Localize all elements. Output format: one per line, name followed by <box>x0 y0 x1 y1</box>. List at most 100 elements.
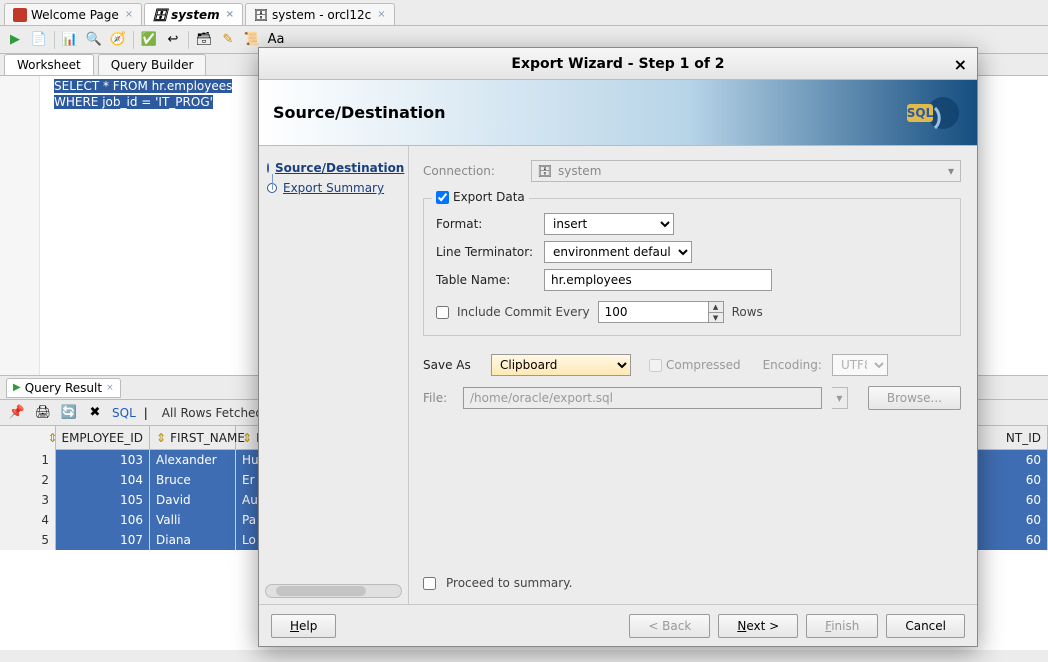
rows-label: Rows <box>732 305 763 319</box>
file-dropdown-icon: ▾ <box>832 387 848 409</box>
save-as-select[interactable]: Clipboard <box>491 354 631 376</box>
line-terminator-select[interactable]: environment default <box>544 241 692 263</box>
browse-button: Browse... <box>868 386 961 410</box>
commit-rows-spinner[interactable]: ▲▼ <box>598 301 724 323</box>
proceed-summary-checkbox[interactable] <box>423 577 436 590</box>
cell-employee-id: 104 <box>56 470 150 490</box>
include-commit-checkbox[interactable] <box>436 306 449 319</box>
file-path-input <box>463 387 822 409</box>
format-select[interactable]: insert <box>544 213 674 235</box>
separator <box>54 31 55 49</box>
query-builder-tab[interactable]: Query Builder <box>98 54 207 75</box>
wizard-form: Connection: system ▾ Export Data Format:… <box>409 146 977 604</box>
clear-icon[interactable]: ✎ <box>219 31 237 49</box>
cell-first-name: Alexander <box>150 450 236 470</box>
close-icon[interactable]: × <box>377 9 385 20</box>
banner-heading: Source/Destination <box>273 103 445 122</box>
print-icon[interactable]: 🖨 <box>34 404 52 422</box>
commit-icon[interactable]: ✅ <box>140 31 158 49</box>
cancel-icon[interactable]: ✖ <box>86 404 104 422</box>
table-name-input[interactable] <box>544 269 772 291</box>
export-wizard-dialog: Export Wizard - Step 1 of 2 × Source/Des… <box>258 47 978 647</box>
run-icon: ▶ <box>13 382 21 393</box>
worksheet-tab[interactable]: Worksheet <box>4 54 94 75</box>
spinner-up-icon[interactable]: ▲ <box>709 302 723 313</box>
back-button: < Back <box>629 614 710 638</box>
row-index: 3 <box>0 490 56 510</box>
wizard-step-export-summary[interactable]: Export Summary <box>265 178 402 198</box>
compressed-checkbox <box>649 359 662 372</box>
history-icon[interactable]: 📜 <box>243 31 261 49</box>
autotrace-icon[interactable]: 🔍 <box>85 31 103 49</box>
tab-welcome[interactable]: Welcome Page × <box>4 3 142 25</box>
cell-employee-id: 105 <box>56 490 150 510</box>
explain-plan-icon[interactable]: 📊 <box>61 31 79 49</box>
dialog-body: Source/Destination Export Summary Connec… <box>259 146 977 604</box>
row-index: 4 <box>0 510 56 530</box>
tab-system-orcl[interactable]: system - orcl12c × <box>245 3 395 25</box>
row-index: 5 <box>0 530 56 550</box>
dialog-titlebar: Export Wizard - Step 1 of 2 × <box>259 48 977 80</box>
run-icon[interactable]: ▶ <box>6 31 24 49</box>
result-tab-label: Query Result <box>25 381 102 395</box>
commit-rows-input[interactable] <box>598 301 708 323</box>
close-icon[interactable]: × <box>954 55 967 74</box>
cell-first-name: Bruce <box>150 470 236 490</box>
db-icon <box>538 164 552 178</box>
export-data-checkbox[interactable] <box>436 191 449 204</box>
export-data-group: Export Data Format: insert Line Terminat… <box>423 198 961 336</box>
cell-first-name: Diana <box>150 530 236 550</box>
encoding-select: UTF8 <box>832 354 888 376</box>
file-label: File: <box>423 391 453 405</box>
close-icon[interactable]: × <box>125 9 133 20</box>
step-label: Source/Destination <box>275 161 404 175</box>
sql-export-icon: SQL <box>901 88 961 138</box>
separator <box>133 31 134 49</box>
dialog-title: Export Wizard - Step 1 of 2 <box>511 56 724 72</box>
nav-scrollbar[interactable] <box>265 584 402 598</box>
finish-button: Finish <box>806 614 878 638</box>
query-result-tab[interactable]: ▶ Query Result × <box>6 378 121 398</box>
next-button[interactable]: Next > <box>718 614 798 638</box>
wizard-step-source-destination[interactable]: Source/Destination <box>265 158 402 178</box>
sql-line: SELECT * FROM hr.employees <box>54 79 232 93</box>
help-button[interactable]: Help <box>271 614 336 638</box>
header-first-name[interactable]: ⇕FIRST_NAME <box>150 426 236 450</box>
sql-link[interactable]: SQL <box>112 406 136 420</box>
sql-tuning-icon[interactable]: 🧭 <box>109 31 127 49</box>
editor-gutter <box>0 76 40 375</box>
export-data-label: Export Data <box>453 190 525 204</box>
rollback-icon[interactable]: ↩ <box>164 31 182 49</box>
connection-select[interactable]: system ▾ <box>531 160 961 182</box>
unshared-sql-icon[interactable]: 🗃 <box>195 31 213 49</box>
proceed-summary-label: Proceed to summary. <box>446 576 572 590</box>
compressed-row: Compressed <box>649 358 741 372</box>
pin-icon[interactable]: 📌 <box>8 404 26 422</box>
oracle-icon <box>13 8 27 22</box>
cell-employee-id: 107 <box>56 530 150 550</box>
case-icon[interactable]: Aa <box>267 31 285 49</box>
include-commit-label: Include Commit Every <box>457 305 590 319</box>
db-icon <box>153 8 167 22</box>
close-icon[interactable]: × <box>226 9 234 20</box>
header-employee-id[interactable]: ⇕EMPLOYEE_ID <box>56 426 150 450</box>
spinner-down-icon[interactable]: ▼ <box>709 313 723 323</box>
tab-system[interactable]: system × <box>144 3 243 25</box>
separator <box>188 31 189 49</box>
run-script-icon[interactable]: 📄 <box>30 31 48 49</box>
cell-first-name: David <box>150 490 236 510</box>
compressed-label: Compressed <box>666 358 741 372</box>
row-index: 2 <box>0 470 56 490</box>
format-label: Format: <box>436 217 534 231</box>
step-label: Export Summary <box>283 181 384 195</box>
cell-employee-id: 103 <box>56 450 150 470</box>
close-icon[interactable]: × <box>106 383 114 393</box>
line-terminator-label: Line Terminator: <box>436 245 534 259</box>
tab-label: system - orcl12c <box>272 8 371 22</box>
sql-line: WHERE job_id = 'IT_PROG' <box>54 95 213 109</box>
cancel-button[interactable]: Cancel <box>886 614 965 638</box>
cell-employee-id: 106 <box>56 510 150 530</box>
db-icon <box>254 8 268 22</box>
refresh-icon[interactable]: 🔄 <box>60 404 78 422</box>
tab-label: Welcome Page <box>31 8 119 22</box>
